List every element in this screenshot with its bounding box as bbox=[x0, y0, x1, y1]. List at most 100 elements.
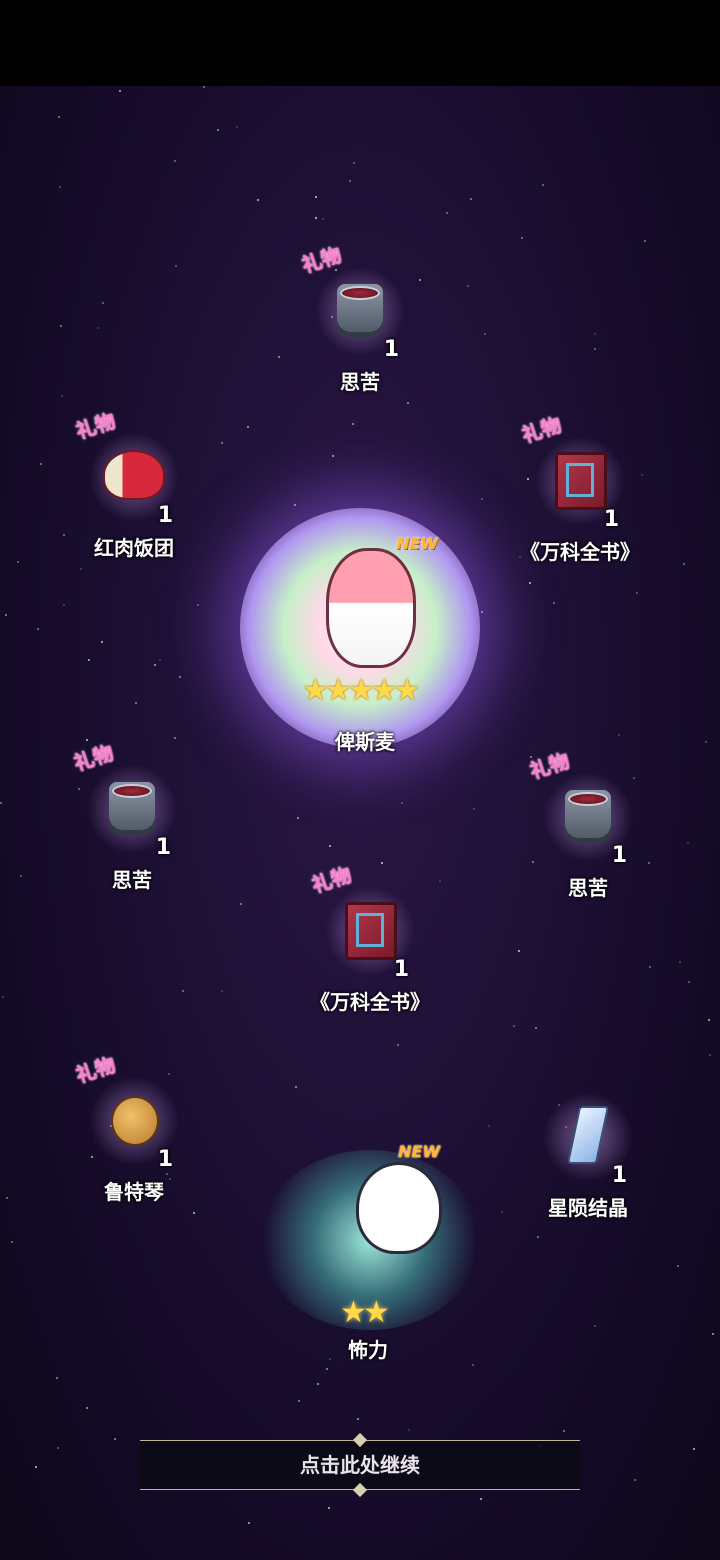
pet-character-portrait bbox=[356, 1162, 442, 1254]
pet-star-rating: ★ ★ bbox=[340, 1298, 390, 1328]
background-star bbox=[58, 116, 60, 118]
background-star bbox=[488, 1125, 490, 1127]
background-star bbox=[594, 348, 596, 350]
background-star bbox=[708, 1019, 710, 1021]
background-star bbox=[470, 198, 472, 200]
background-star bbox=[553, 602, 555, 604]
background-star bbox=[257, 199, 259, 201]
background-star bbox=[247, 426, 249, 428]
background-star bbox=[529, 582, 531, 584]
lute-icon bbox=[111, 1096, 159, 1146]
item-name: 《万科全书》 bbox=[520, 540, 640, 564]
background-star bbox=[407, 402, 409, 404]
background-star bbox=[63, 534, 65, 536]
background-star bbox=[644, 240, 646, 242]
item-name: 鲁特琴 bbox=[104, 1180, 164, 1204]
item-count: 1 bbox=[157, 1147, 173, 1172]
background-star bbox=[0, 802, 2, 804]
crystal-icon bbox=[566, 1106, 610, 1164]
background-star bbox=[59, 186, 61, 188]
background-star bbox=[193, 1212, 195, 1214]
background-star bbox=[349, 180, 351, 182]
background-star bbox=[352, 423, 354, 425]
reward-item: 礼物 1 思苦 bbox=[299, 242, 420, 395]
background-star bbox=[203, 86, 205, 88]
background-star bbox=[677, 1265, 679, 1267]
background-star bbox=[467, 285, 469, 287]
background-star bbox=[683, 563, 685, 565]
reward-icon-frame: 礼物 1 bbox=[71, 740, 177, 860]
continue-label: 点击此处继续 bbox=[300, 1453, 420, 1477]
background-star bbox=[11, 1241, 13, 1243]
background-star bbox=[80, 568, 82, 570]
background-star bbox=[513, 1025, 515, 1027]
item-name: 思苦 bbox=[568, 876, 608, 900]
background-star bbox=[297, 817, 299, 819]
book-icon bbox=[345, 902, 397, 960]
background-star bbox=[20, 875, 22, 877]
item-count: 1 bbox=[611, 1163, 627, 1188]
reward-icon-frame: 礼物 1 bbox=[73, 408, 179, 528]
background-star bbox=[317, 1383, 319, 1385]
background-star bbox=[5, 614, 7, 616]
item-count: 1 bbox=[611, 843, 627, 868]
background-star bbox=[634, 1479, 636, 1481]
background-star bbox=[88, 659, 90, 661]
background-star bbox=[326, 1368, 328, 1370]
background-star bbox=[102, 302, 104, 304]
background-star bbox=[57, 1447, 59, 1449]
item-count: 1 bbox=[603, 507, 619, 532]
background-star bbox=[712, 1333, 714, 1335]
reward-item: 礼物 1 思苦 bbox=[71, 740, 192, 893]
background-star bbox=[221, 990, 223, 992]
reward-item: 礼物 1 思苦 bbox=[527, 748, 648, 901]
background-star bbox=[648, 862, 650, 864]
item-name: 《万科全书》 bbox=[310, 990, 430, 1014]
background-star bbox=[236, 126, 238, 128]
hero-star-rating: ★ ★ ★ ★ ★ bbox=[302, 676, 421, 706]
hero-character-portrait bbox=[326, 548, 416, 668]
background-star bbox=[86, 739, 88, 741]
background-star bbox=[56, 1377, 58, 1379]
background-star bbox=[636, 592, 638, 594]
background-star bbox=[641, 474, 643, 476]
background-star bbox=[480, 1498, 482, 1500]
new-badge: NEW bbox=[396, 534, 438, 553]
background-star bbox=[679, 961, 681, 963]
background-star bbox=[63, 604, 65, 606]
background-star bbox=[17, 561, 19, 563]
cup-icon bbox=[109, 782, 155, 836]
background-star bbox=[6, 1197, 8, 1199]
background-star bbox=[60, 325, 62, 327]
background-star bbox=[501, 1211, 503, 1213]
background-star bbox=[518, 950, 520, 952]
background-star bbox=[397, 1044, 399, 1046]
rice-ball-icon bbox=[103, 450, 165, 500]
reward-screen[interactable]: 礼物 1 思苦 礼物 1 红肉饭团 礼物 1 《万科全书》 NEW ★ ★ ★ ★ ★ … bbox=[0, 0, 720, 1560]
background-star bbox=[37, 628, 39, 630]
item-name: 红肉饭团 bbox=[94, 536, 174, 560]
background-star bbox=[481, 611, 483, 613]
background-star bbox=[473, 808, 475, 810]
item-count: 1 bbox=[157, 503, 173, 528]
reward-icon-frame: 礼物 1 bbox=[519, 412, 625, 532]
background-star bbox=[168, 1073, 170, 1075]
background-star bbox=[174, 737, 176, 739]
background-star bbox=[322, 218, 324, 220]
background-star bbox=[594, 1325, 596, 1327]
reward-icon-frame: 礼物 1 bbox=[73, 1052, 179, 1172]
cup-icon bbox=[565, 790, 611, 844]
background-star bbox=[217, 129, 219, 131]
continue-button[interactable]: 点击此处继续 bbox=[140, 1432, 580, 1498]
background-star bbox=[197, 604, 199, 606]
reward-item: 礼物 1 《万科全书》 bbox=[519, 412, 640, 565]
background-star bbox=[278, 356, 280, 358]
background-star bbox=[687, 842, 689, 844]
background-star bbox=[119, 90, 121, 92]
background-star bbox=[688, 981, 690, 983]
background-star bbox=[97, 327, 99, 329]
background-star bbox=[101, 641, 103, 643]
background-star bbox=[381, 862, 383, 864]
background-star bbox=[649, 966, 651, 968]
reward-icon-frame: 1 bbox=[543, 1092, 633, 1188]
